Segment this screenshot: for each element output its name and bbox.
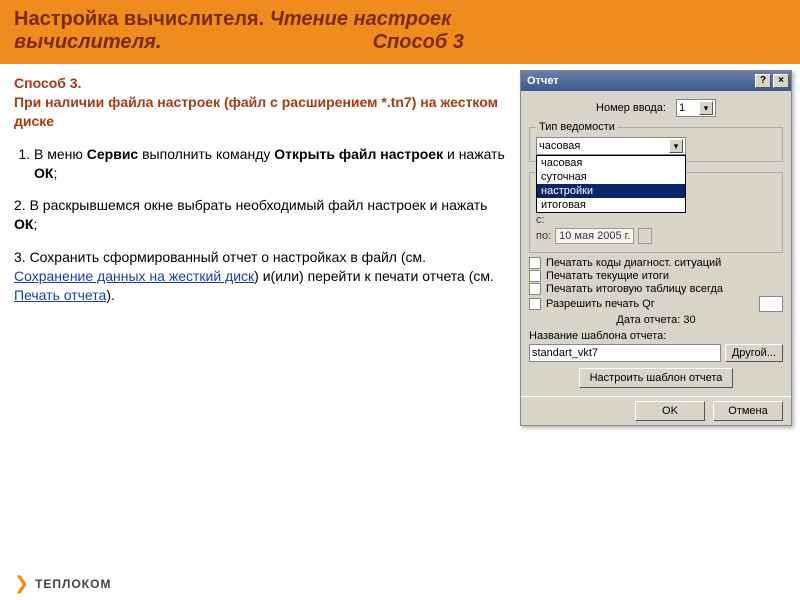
footer-logo: ❯ ТЕПЛОКОМ <box>14 573 111 594</box>
input-number-combo[interactable]: 1 ▾ <box>676 99 716 117</box>
group-type-legend: Тип ведомости <box>536 121 618 133</box>
banner-line2a: вычислителя. <box>14 31 161 53</box>
date-from-row: с: <box>536 214 776 226</box>
chk-diag-codes[interactable]: Печатать коды диагност. ситуаций <box>529 257 783 269</box>
link-save-to-disk[interactable]: Сохранение данных на жесткий диск <box>14 268 254 284</box>
qg-value-field[interactable] <box>759 296 783 312</box>
banner-line2b: Способ 3 <box>373 31 464 53</box>
title-banner: Настройка вычислителя. Чтение настроек в… <box>0 0 800 64</box>
report-dialog: Отчет ? × Номер ввода: 1 ▾ Тип ведомости… <box>520 70 792 426</box>
option-settings[interactable]: настройки <box>537 184 685 198</box>
date-to-row: по: 10 мая 2005 г. <box>536 228 776 244</box>
report-type-dropdown[interactable]: часовая суточная настройки итоговая <box>536 155 686 213</box>
dialog-titlebar[interactable]: Отчет ? × <box>521 71 791 91</box>
report-date-label: Дата отчета: 30 <box>616 314 695 326</box>
template-name-field[interactable]: standart_vkt7 <box>529 344 721 362</box>
ok-button[interactable]: OK <box>635 401 705 421</box>
step-1: В меню Сервис выполнить команду Открыть … <box>34 145 506 183</box>
template-label: Название шаблона отчета: <box>529 330 783 342</box>
checkbox-icon <box>529 283 541 295</box>
configure-template-button[interactable]: Настроить шаблон отчета <box>579 368 734 388</box>
subtitle-1: Способ 3. <box>14 75 81 91</box>
instructions: Способ 3. При наличии файла настроек (фа… <box>0 64 520 319</box>
cancel-button[interactable]: Отмена <box>713 401 783 421</box>
step-3: 3. Сохранить сформированный отчет о наст… <box>14 248 506 305</box>
flame-icon: ❯ <box>14 573 29 594</box>
banner-line1b: Чтение настроек <box>270 8 452 30</box>
chk-allow-qg[interactable]: Разрешить печать Qг <box>529 296 783 312</box>
dialog-title: Отчет <box>527 75 559 87</box>
option-daily[interactable]: суточная <box>537 170 685 184</box>
option-hourly[interactable]: часовая <box>537 156 685 170</box>
date-spinner[interactable] <box>638 228 652 244</box>
report-type-combo[interactable]: часовая ▾ <box>536 137 686 155</box>
subtitle-2: При наличии файла настроек (файл с расши… <box>14 94 498 129</box>
other-template-button[interactable]: Другой... <box>725 344 783 362</box>
chk-current-totals[interactable]: Печатать текущие итоги <box>529 270 783 282</box>
chevron-down-icon: ▾ <box>669 139 683 153</box>
banner-line1a: Настройка вычислителя. <box>14 8 270 30</box>
step-2: 2. В раскрывшемся окне выбрать необходим… <box>14 196 506 234</box>
input-number-label: Номер ввода: <box>596 102 666 114</box>
link-print-report[interactable]: Печать отчета <box>14 287 106 303</box>
checkbox-icon <box>529 270 541 282</box>
help-button[interactable]: ? <box>755 74 771 88</box>
group-report-type: Тип ведомости часовая ▾ часовая суточная… <box>529 121 783 162</box>
option-final[interactable]: итоговая <box>537 198 685 212</box>
chk-final-table[interactable]: Печатать итоговую таблицу всегда <box>529 283 783 295</box>
close-button[interactable]: × <box>773 74 789 88</box>
chevron-down-icon: ▾ <box>699 101 713 115</box>
checkbox-icon <box>529 298 541 310</box>
brand-name: ТЕПЛОКОМ <box>35 577 111 591</box>
date-to-field[interactable]: 10 мая 2005 г. <box>555 228 634 244</box>
checkbox-icon <box>529 257 541 269</box>
